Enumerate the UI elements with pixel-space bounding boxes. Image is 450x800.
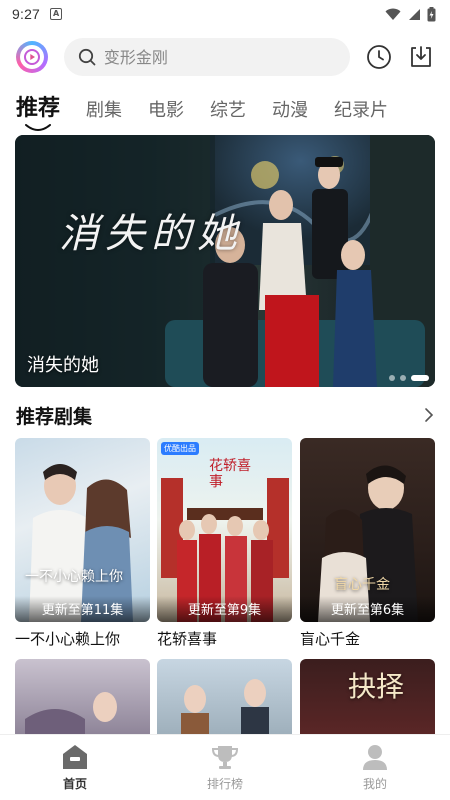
- poster-art: [181, 679, 269, 734]
- app-logo[interactable]: [16, 41, 48, 73]
- poster-title-art: 花轿喜事: [209, 458, 251, 490]
- notification-icon: A: [50, 8, 63, 20]
- card-title: 花轿喜事: [157, 630, 218, 648]
- poster-title-art: 抉择: [348, 670, 405, 703]
- studio-tag: 优酷出品: [161, 442, 199, 455]
- poster-title-art: 一不小心赖上你: [25, 569, 123, 585]
- signal-icon: [409, 8, 420, 20]
- search-input[interactable]: [103, 47, 304, 67]
- nav-label: 首页: [62, 777, 87, 791]
- nav-label: 我的: [362, 777, 387, 791]
- tab-recommend[interactable]: 推荐: [16, 90, 61, 131]
- banner-title-art: 消失的她: [59, 211, 243, 257]
- banner-artwork: [15, 135, 435, 387]
- card-title: 一不小心赖上你: [15, 630, 121, 648]
- section-header: 推荐剧集: [16, 400, 436, 430]
- poster[interactable]: 盲心千金 更新至第6集: [300, 438, 435, 622]
- user-icon: [363, 745, 387, 770]
- status-time: 9:27: [12, 6, 41, 22]
- poster[interactable]: 一不小心赖上你 更新至第11集: [15, 438, 150, 622]
- tab-label: 剧集: [86, 100, 123, 121]
- poster[interactable]: [157, 659, 292, 734]
- category-tabs: 推荐 剧集 电影 综艺 动漫 纪录片: [0, 84, 450, 131]
- play-icon: [19, 45, 44, 69]
- episode-badge: 更新至第9集: [157, 596, 292, 622]
- section-title: 推荐剧集: [16, 405, 93, 428]
- poster-art: [25, 692, 117, 734]
- tab-variety[interactable]: 综艺: [210, 96, 246, 128]
- tab-label: 动漫: [272, 100, 309, 121]
- series-card[interactable]: 优酷出品 花轿喜事 更新至第9集 花轿喜事: [157, 438, 292, 649]
- series-card[interactable]: 盲心千金 更新至第6集 盲心千金: [300, 438, 435, 649]
- hero-banner[interactable]: 消失的她 消失的她: [15, 135, 435, 387]
- chevron-right-icon[interactable]: [422, 407, 436, 423]
- tab-label: 推荐: [16, 96, 61, 121]
- trophy-icon: [211, 746, 239, 769]
- poster[interactable]: 抉择: [300, 659, 435, 734]
- poster-title-art: 盲心千金: [334, 577, 390, 593]
- carousel-dot[interactable]: [389, 375, 395, 381]
- banner-caption: 消失的她: [27, 355, 99, 376]
- carousel-dot[interactable]: [400, 375, 406, 381]
- bottom-nav: 首页 排行榜 我的: [0, 734, 450, 800]
- tab-movie[interactable]: 电影: [148, 96, 184, 128]
- status-bar: 9:27 A: [0, 0, 450, 28]
- download-icon[interactable]: [406, 42, 436, 72]
- nav-home[interactable]: 首页: [0, 735, 150, 800]
- nav-label: 排行榜: [206, 777, 243, 791]
- search-bar[interactable]: [63, 38, 351, 76]
- nav-profile[interactable]: 我的: [300, 735, 450, 800]
- episode-badge: 更新至第6集: [300, 596, 435, 622]
- carousel-dot-active[interactable]: [411, 375, 429, 381]
- active-tab-indicator: [25, 124, 51, 131]
- status-icons: [385, 6, 436, 22]
- poster-art: [29, 464, 133, 622]
- search-icon: [78, 48, 96, 66]
- history-icon[interactable]: [364, 42, 394, 72]
- poster[interactable]: 优酷出品 花轿喜事 更新至第9集: [157, 438, 292, 622]
- battery-icon: [427, 6, 436, 21]
- episode-badge: 更新至第11集: [15, 596, 150, 622]
- tab-label: 纪录片: [334, 100, 389, 121]
- nav-ranking[interactable]: 排行榜: [150, 735, 300, 800]
- card-title: 盲心千金: [300, 630, 361, 648]
- carousel-dots: [389, 375, 429, 381]
- poster-art: [318, 465, 418, 622]
- series-card[interactable]: 一不小心赖上你 更新至第11集 一不小心赖上你: [15, 438, 150, 649]
- home-icon: [63, 745, 87, 769]
- tab-series[interactable]: 剧集: [86, 96, 122, 128]
- tab-documentary[interactable]: 纪录片: [334, 96, 388, 128]
- tab-anime[interactable]: 动漫: [272, 96, 308, 128]
- poster[interactable]: [15, 659, 150, 734]
- tab-label: 综艺: [210, 100, 247, 121]
- tab-label: 电影: [148, 100, 185, 121]
- top-bar: [0, 34, 450, 80]
- wifi-icon: [385, 8, 401, 20]
